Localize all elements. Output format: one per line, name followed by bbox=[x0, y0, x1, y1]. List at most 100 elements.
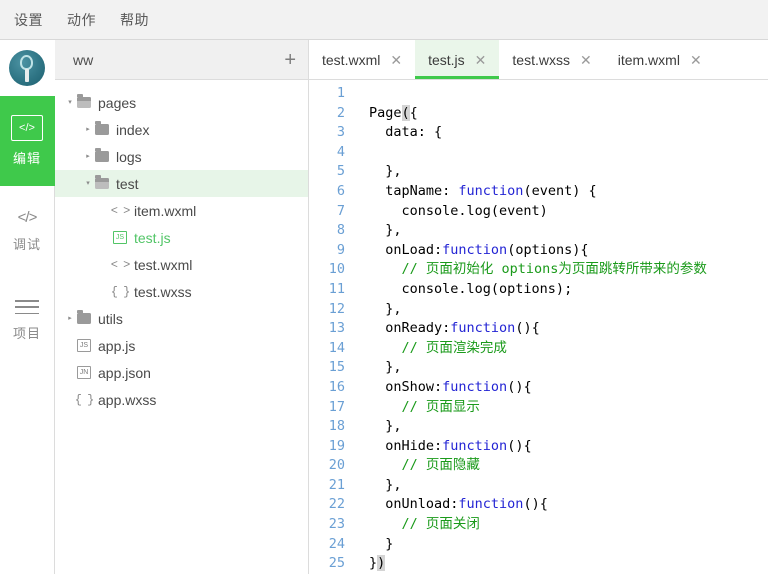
tree-item-test-wxss[interactable]: ▸{ }test.wxss bbox=[55, 278, 308, 305]
code-token: data: { bbox=[369, 124, 443, 141]
code-token: tapName: bbox=[369, 182, 459, 199]
main-body: </> 编辑 </> 调试 项目 ww + ▾ pages ▸ index ▸ logs ▾… bbox=[0, 40, 768, 574]
activity-item-edit[interactable]: </> 编辑 bbox=[0, 96, 55, 186]
code-line: Page({ bbox=[369, 104, 768, 124]
tab-test-wxss[interactable]: test.wxss ✕ bbox=[499, 40, 604, 79]
tab-label: test.wxss bbox=[512, 51, 570, 68]
code-line: }) bbox=[369, 554, 768, 574]
close-icon[interactable]: ✕ bbox=[580, 53, 592, 67]
close-icon[interactable]: ✕ bbox=[475, 53, 487, 67]
code-token: function bbox=[450, 320, 516, 337]
line-number: 6 bbox=[336, 182, 345, 199]
chevron-right-icon[interactable]: ▸ bbox=[83, 126, 93, 133]
tree-item-utils[interactable]: ▸ utils bbox=[55, 305, 308, 332]
line-number: 19 bbox=[328, 437, 345, 454]
tree-item-logs[interactable]: ▸ logs bbox=[55, 143, 308, 170]
wxml-file-icon: < > bbox=[110, 203, 131, 218]
tree-item-label: app.json bbox=[98, 364, 151, 381]
code-brackets-icon: </> bbox=[17, 209, 38, 226]
activity-item-project-label: 项目 bbox=[12, 326, 41, 341]
tree-item-test-wxml[interactable]: ▸< >test.wxml bbox=[55, 251, 308, 278]
tree-item-label: pages bbox=[98, 94, 137, 111]
code-content[interactable]: Page({ data: { }, tapName: function(even… bbox=[355, 84, 768, 574]
activity-item-debug-label: 调试 bbox=[12, 237, 41, 252]
folder-closed-icon bbox=[75, 310, 93, 324]
tree-item-app-wxss[interactable]: ▸{ }app.wxss bbox=[55, 386, 308, 413]
code-line: // 页面隐藏 bbox=[369, 456, 768, 476]
menu-settings[interactable]: 设置 bbox=[14, 10, 43, 30]
tab-test-js[interactable]: test.js ✕ bbox=[415, 40, 500, 79]
line-number: 20 bbox=[328, 457, 345, 474]
code-token: // 页面显示 bbox=[401, 398, 480, 415]
line-number: 5 bbox=[336, 163, 345, 180]
line-number-gutter: 1 2 3 4 5 6 7 8 9 10 11 12 13 14 15 16 17 18 19 20 21 22 23 24 2… bbox=[309, 84, 355, 574]
close-icon[interactable]: ✕ bbox=[690, 53, 702, 67]
add-file-icon[interactable]: + bbox=[284, 50, 296, 70]
code-line: // 页面渲染完成 bbox=[369, 339, 768, 359]
chevron-right-icon[interactable]: ▸ bbox=[65, 315, 75, 322]
line-number: 2 bbox=[336, 104, 345, 121]
code-token: ( bbox=[401, 104, 410, 121]
avatar-container[interactable] bbox=[0, 40, 55, 96]
tree-item-app-js[interactable]: ▸JSapp.js bbox=[55, 332, 308, 359]
code-token: }, bbox=[369, 476, 402, 493]
line-number: 13 bbox=[328, 320, 345, 337]
tree-item-label: test bbox=[116, 175, 139, 192]
folder-closed-icon bbox=[93, 148, 111, 162]
chevron-down-icon[interactable]: ▾ bbox=[83, 180, 93, 187]
code-token: onReady: bbox=[369, 320, 451, 337]
line-number: 8 bbox=[336, 222, 345, 239]
chevron-right-icon[interactable]: ▸ bbox=[83, 153, 93, 160]
code-token: function bbox=[442, 241, 508, 258]
activity-item-debug[interactable]: </> 调试 bbox=[0, 186, 55, 276]
tab-test-wxml[interactable]: test.wxml ✕ bbox=[309, 40, 415, 79]
close-icon[interactable]: ✕ bbox=[390, 53, 402, 67]
line-number: 22 bbox=[328, 496, 345, 513]
line-number: 24 bbox=[328, 535, 345, 552]
tree-item-label: app.js bbox=[98, 337, 136, 354]
code-token: function bbox=[442, 437, 508, 454]
tab-label: test.wxml bbox=[322, 51, 381, 68]
explorer-header: ww + bbox=[55, 40, 308, 80]
tree-item-label: item.wxml bbox=[134, 202, 197, 219]
code-line: // 页面初始化 options为页面跳转所带来的参数 bbox=[369, 260, 768, 280]
menu-actions[interactable]: 动作 bbox=[67, 10, 96, 30]
line-number: 9 bbox=[336, 241, 345, 258]
line-number: 15 bbox=[328, 359, 345, 376]
tree-item-label: test.wxss bbox=[134, 283, 192, 300]
activity-item-project[interactable]: 项目 bbox=[0, 276, 55, 366]
line-number: 7 bbox=[336, 202, 345, 219]
code-token: onLoad: bbox=[369, 241, 443, 258]
tree-item-label: utils bbox=[98, 310, 123, 327]
code-token: (){ bbox=[507, 437, 532, 454]
chevron-down-icon[interactable]: ▾ bbox=[65, 99, 75, 106]
code-token: // 页面初始化 options为页面跳转所带来的参数 bbox=[401, 261, 707, 278]
folder-open-icon bbox=[75, 94, 93, 108]
tree-item-pages[interactable]: ▾ pages bbox=[55, 89, 308, 116]
tree-item-test[interactable]: ▾ test bbox=[55, 170, 308, 197]
code-line: } bbox=[369, 535, 768, 555]
tree-item-item-wxml[interactable]: ▸< >item.wxml bbox=[55, 197, 308, 224]
tab-item-wxml[interactable]: item.wxml ✕ bbox=[605, 40, 715, 79]
tab-label: item.wxml bbox=[617, 51, 680, 68]
menu-help[interactable]: 帮助 bbox=[120, 10, 149, 30]
tree-item-app-json[interactable]: ▸JNapp.json bbox=[55, 359, 308, 386]
tree-item-test-js[interactable]: ▸JStest.js bbox=[55, 224, 308, 251]
code-token: }, bbox=[369, 300, 402, 317]
code-token: function bbox=[458, 182, 524, 199]
file-explorer-panel: ww + ▾pages▸index▸logs▾test▸< >item.wxml… bbox=[55, 40, 309, 574]
code-token: }, bbox=[369, 418, 402, 435]
tree-item-label: test.wxml bbox=[134, 256, 193, 273]
code-line: }, bbox=[369, 476, 768, 496]
menu-bar: 设置 动作 帮助 bbox=[0, 0, 768, 40]
wxml-file-icon: < > bbox=[110, 257, 131, 272]
code-editor[interactable]: 1 2 3 4 5 6 7 8 9 10 11 12 13 14 15 16 17 18 19 20 21 22 23 24 2… bbox=[309, 80, 768, 574]
code-token: } bbox=[369, 555, 378, 572]
code-token: function bbox=[442, 378, 508, 395]
tree-item-index[interactable]: ▸ index bbox=[55, 116, 308, 143]
js-file-icon: JS bbox=[75, 339, 93, 352]
